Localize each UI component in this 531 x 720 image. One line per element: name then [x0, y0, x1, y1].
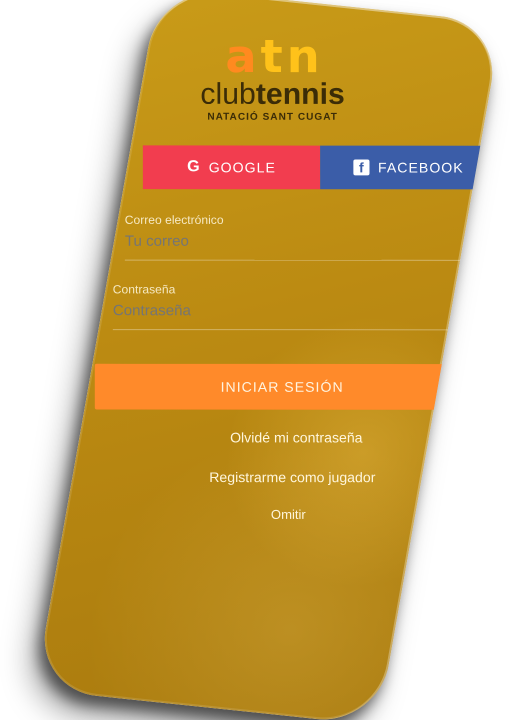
- logo-wordmark-light: club: [200, 77, 256, 111]
- phone-frame: a t n clubtennis NATACIÓ SANT CUGAT G GO…: [34, 0, 503, 720]
- forgot-password-link[interactable]: Olvidé mi contraseña: [165, 429, 427, 445]
- social-login-bar: G GOOGLE f FACEBOOK: [142, 145, 498, 190]
- google-login-label: GOOGLE: [208, 159, 276, 176]
- login-screen: a t n clubtennis NATACIÓ SANT CUGAT G GO…: [94, 2, 498, 709]
- logo-wordmark: clubtennis: [162, 77, 384, 111]
- google-icon: G: [187, 158, 201, 176]
- password-input[interactable]: [112, 296, 456, 324]
- stage: a t n clubtennis NATACIÓ SANT CUGAT G GO…: [0, 0, 531, 720]
- logo-letter-a: a: [225, 29, 257, 83]
- email-field-group: Correo electrónico: [125, 213, 468, 261]
- email-label: Correo electrónico: [124, 212, 224, 227]
- logo-subtitle: NATACIÓ SANT CUGAT: [207, 111, 338, 123]
- facebook-login-label: FACEBOOK: [378, 159, 464, 176]
- login-button[interactable]: INICIAR SESIÓN: [94, 363, 470, 410]
- logo-letter-t: t: [260, 29, 283, 83]
- email-underline: [124, 259, 468, 261]
- password-field-group: Contraseña: [112, 282, 456, 331]
- logo-wordmark-bold: tennis: [255, 78, 345, 111]
- facebook-login-button[interactable]: f FACEBOOK: [320, 145, 498, 190]
- google-login-button[interactable]: G GOOGLE: [142, 145, 321, 190]
- password-underline: [112, 329, 456, 331]
- skip-link[interactable]: Omitir: [157, 507, 419, 522]
- email-input[interactable]: [124, 226, 468, 254]
- facebook-icon: f: [353, 159, 370, 176]
- logo-letter-n: n: [286, 29, 320, 84]
- register-player-link[interactable]: Registrarme como jugador: [161, 469, 423, 485]
- club-logo: a t n clubtennis NATACIÓ SANT CUGAT: [162, 29, 384, 123]
- password-label: Contraseña: [112, 282, 176, 297]
- logo-mark: a t n: [162, 29, 384, 84]
